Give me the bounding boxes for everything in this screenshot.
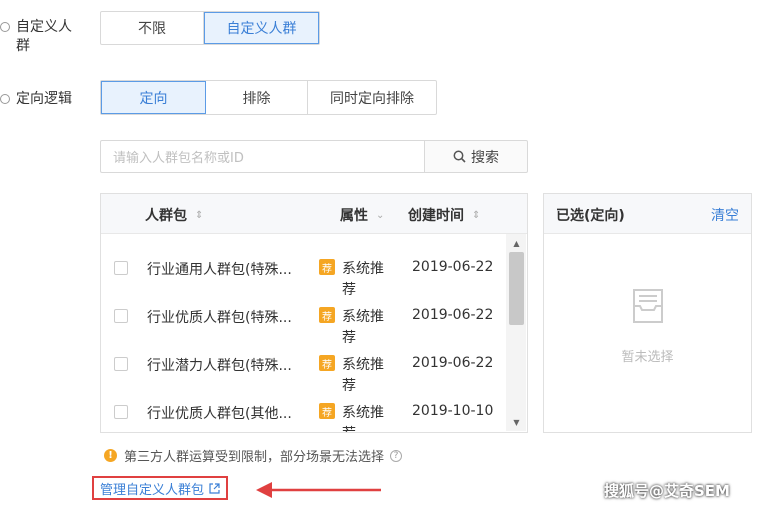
row-date: 2019-06-22: [412, 259, 494, 275]
clear-button[interactable]: 清空: [711, 205, 739, 225]
row-attr: 系统推荐: [342, 261, 384, 298]
logic-row-label: 定向逻辑: [0, 90, 72, 109]
recommend-tag-icon: 荐: [319, 355, 335, 371]
warning-icon: !: [104, 449, 117, 462]
row-name: 行业优质人群包(特殊...: [147, 310, 292, 326]
crowd-option-custom[interactable]: 自定义人群: [204, 12, 319, 44]
logic-option-exclude[interactable]: 排除: [206, 81, 308, 114]
header-name[interactable]: 人群包 ⇕: [145, 205, 203, 225]
crowd-option-unlimited[interactable]: 不限: [101, 12, 204, 44]
crowd-row-label: 自定义人 群: [0, 18, 72, 56]
table-row[interactable]: 行业通用人群包(特殊... 荐 系统推荐 2019-06-22: [101, 250, 506, 298]
row-attr: 系统推荐: [342, 357, 384, 394]
row-date: 2019-06-22: [412, 355, 494, 371]
table-row[interactable]: 行业优质人群包(其他... 荐 系统推荐 2019-10-10: [101, 394, 506, 432]
manage-custom-crowd-link[interactable]: 管理自定义人群包: [92, 476, 229, 500]
selected-panel: 已选(定向) 清空 暂未选择: [543, 193, 752, 433]
row-date: 2019-10-10: [412, 403, 494, 419]
recommend-tag-icon: 荐: [319, 403, 335, 419]
radio-icon[interactable]: [0, 22, 10, 32]
search-icon: [453, 150, 466, 163]
row-checkbox[interactable]: [114, 357, 128, 371]
table-row[interactable]: 行业优质人群包(特殊... 荐 系统推荐 2019-06-22: [101, 298, 506, 346]
search-button-label: 搜索: [471, 149, 499, 166]
sort-icon[interactable]: ⇕: [195, 210, 203, 221]
chevron-down-icon[interactable]: ⌄: [376, 210, 384, 221]
scroll-up-icon[interactable]: ▲: [509, 236, 524, 250]
selected-title: 已选(定向): [556, 208, 625, 224]
header-attr[interactable]: 属性 ⌄: [340, 205, 384, 225]
search-placeholder: 请输入人群包名称或ID: [113, 151, 244, 166]
row-name: 行业通用人群包(特殊...: [147, 262, 292, 278]
notice-text: 第三方人群运算受到限制，部分场景无法选择: [124, 450, 385, 465]
logic-label: 定向逻辑: [16, 91, 72, 107]
search-button[interactable]: 搜索: [424, 140, 528, 173]
logic-option-target[interactable]: 定向: [101, 81, 206, 114]
crowd-segmented-control: 不限 自定义人群: [100, 11, 320, 45]
table-header: 人群包 ⇕ 属性 ⌄ 创建时间 ⇕: [101, 194, 527, 234]
row-checkbox[interactable]: [114, 261, 128, 275]
search-input[interactable]: 请输入人群包名称或ID: [100, 140, 425, 173]
recommend-tag-icon: 荐: [319, 259, 335, 275]
recommend-tag-icon: 荐: [319, 307, 335, 323]
row-checkbox[interactable]: [114, 405, 128, 419]
external-link-icon: [209, 482, 220, 494]
logic-segmented-control: 定向 排除 同时定向排除: [100, 80, 437, 115]
crowd-package-table: 人群包 ⇕ 属性 ⌄ 创建时间 ⇕ 行业通用人群包(特殊... 荐 系统推荐 2019…: [100, 193, 528, 433]
row-checkbox[interactable]: [114, 309, 128, 323]
selected-panel-header: 已选(定向) 清空: [544, 194, 751, 234]
watermark: 搜狐号@艾奇SEM: [604, 482, 730, 500]
manage-link-label: 管理自定义人群包: [100, 482, 205, 498]
row-name: 行业优质人群包(其他...: [147, 406, 292, 422]
radio-icon[interactable]: [0, 94, 10, 104]
row-attr: 系统推荐: [342, 309, 384, 346]
logic-option-both[interactable]: 同时定向排除: [308, 81, 436, 114]
empty-text: 暂未选择: [621, 350, 674, 365]
empty-inbox-icon: [633, 289, 663, 323]
table-row[interactable]: 行业潜力人群包(特殊... 荐 系统推荐 2019-06-22: [101, 346, 506, 394]
annotation-arrow-icon: [256, 482, 381, 498]
scroll-thumb[interactable]: [509, 252, 524, 325]
sort-icon[interactable]: ⇕: [472, 210, 480, 221]
help-icon[interactable]: ?: [390, 449, 403, 462]
row-name: 行业潜力人群包(特殊...: [147, 358, 292, 374]
scroll-down-icon[interactable]: ▼: [509, 415, 524, 429]
header-created[interactable]: 创建时间 ⇕: [408, 205, 480, 225]
crowd-label: 自定义人 群: [16, 19, 72, 54]
restriction-notice: ! 第三方人群运算受到限制，部分场景无法选择 ?: [104, 446, 403, 465]
row-date: 2019-06-22: [412, 307, 494, 323]
row-attr: 系统推荐: [342, 405, 384, 432]
